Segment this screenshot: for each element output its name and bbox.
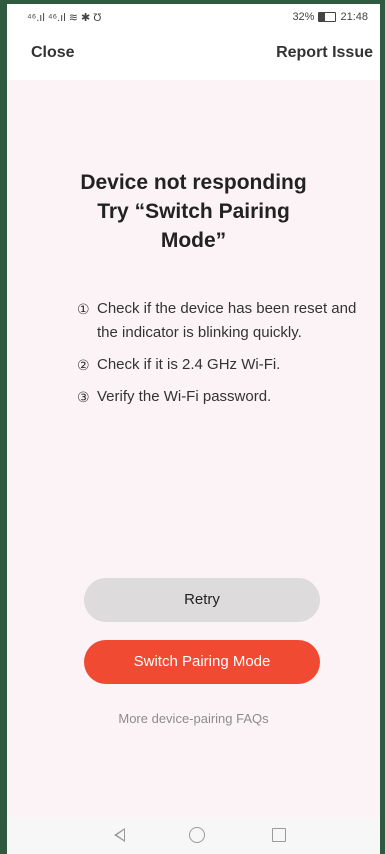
content-area: Device not responding Try “Switch Pairin…: [7, 80, 380, 817]
status-icons: ⁴⁶.ıl ⁴⁶.ıl ≋ ✱ Ʊ: [27, 11, 102, 24]
recent-square-icon[interactable]: [272, 828, 286, 842]
close-button[interactable]: Close: [31, 44, 75, 62]
step-item: ③ Verify the Wi-Fi password.: [77, 385, 357, 409]
header: Close Report Issue: [7, 32, 380, 80]
home-circle-icon[interactable]: [189, 827, 205, 843]
page-title: Device not responding Try “Switch Pairin…: [47, 168, 340, 255]
report-issue-button[interactable]: Report Issue: [276, 44, 373, 62]
title-line-2: Try “Switch Pairing: [97, 200, 290, 223]
retry-button[interactable]: Retry: [84, 578, 320, 622]
step-item: ① Check if the device has been reset and…: [77, 297, 357, 345]
step-text: Check if the device has been reset and t…: [97, 300, 357, 341]
step-item: ② Check if it is 2.4 GHz Wi-Fi.: [77, 353, 357, 377]
navigation-bar: [7, 817, 380, 854]
step-text: Verify the Wi-Fi password.: [97, 388, 272, 405]
title-line-1: Device not responding: [80, 171, 307, 194]
status-right: 32% 21:48: [292, 11, 368, 23]
signal-wifi-bluetooth-icons: ⁴⁶.ıl ⁴⁶.ıl ≋ ✱ Ʊ: [27, 12, 102, 24]
screen: ⁴⁶.ıl ⁴⁶.ıl ≋ ✱ Ʊ 32% 21:48 Close Report…: [7, 4, 380, 854]
status-bar: ⁴⁶.ıl ⁴⁶.ıl ≋ ✱ Ʊ 32% 21:48: [7, 4, 380, 32]
step-number: ③: [77, 389, 90, 405]
step-text: Check if it is 2.4 GHz Wi-Fi.: [97, 356, 281, 373]
step-number: ②: [77, 357, 90, 373]
battery-icon: [318, 12, 337, 22]
step-number: ①: [77, 301, 90, 317]
back-triangle-icon[interactable]: [114, 828, 125, 842]
switch-pairing-mode-button[interactable]: Switch Pairing Mode: [84, 640, 320, 684]
troubleshoot-steps: ① Check if the device has been reset and…: [77, 297, 357, 417]
device-frame: ⁴⁶.ıl ⁴⁶.ıl ≋ ✱ Ʊ 32% 21:48 Close Report…: [0, 0, 385, 854]
pairing-faq-link[interactable]: More device-pairing FAQs: [47, 711, 340, 726]
battery-percent: 32%: [292, 11, 315, 23]
status-time: 21:48: [340, 11, 368, 23]
battery-fill: [319, 13, 325, 21]
title-line-3: Mode”: [160, 229, 227, 252]
